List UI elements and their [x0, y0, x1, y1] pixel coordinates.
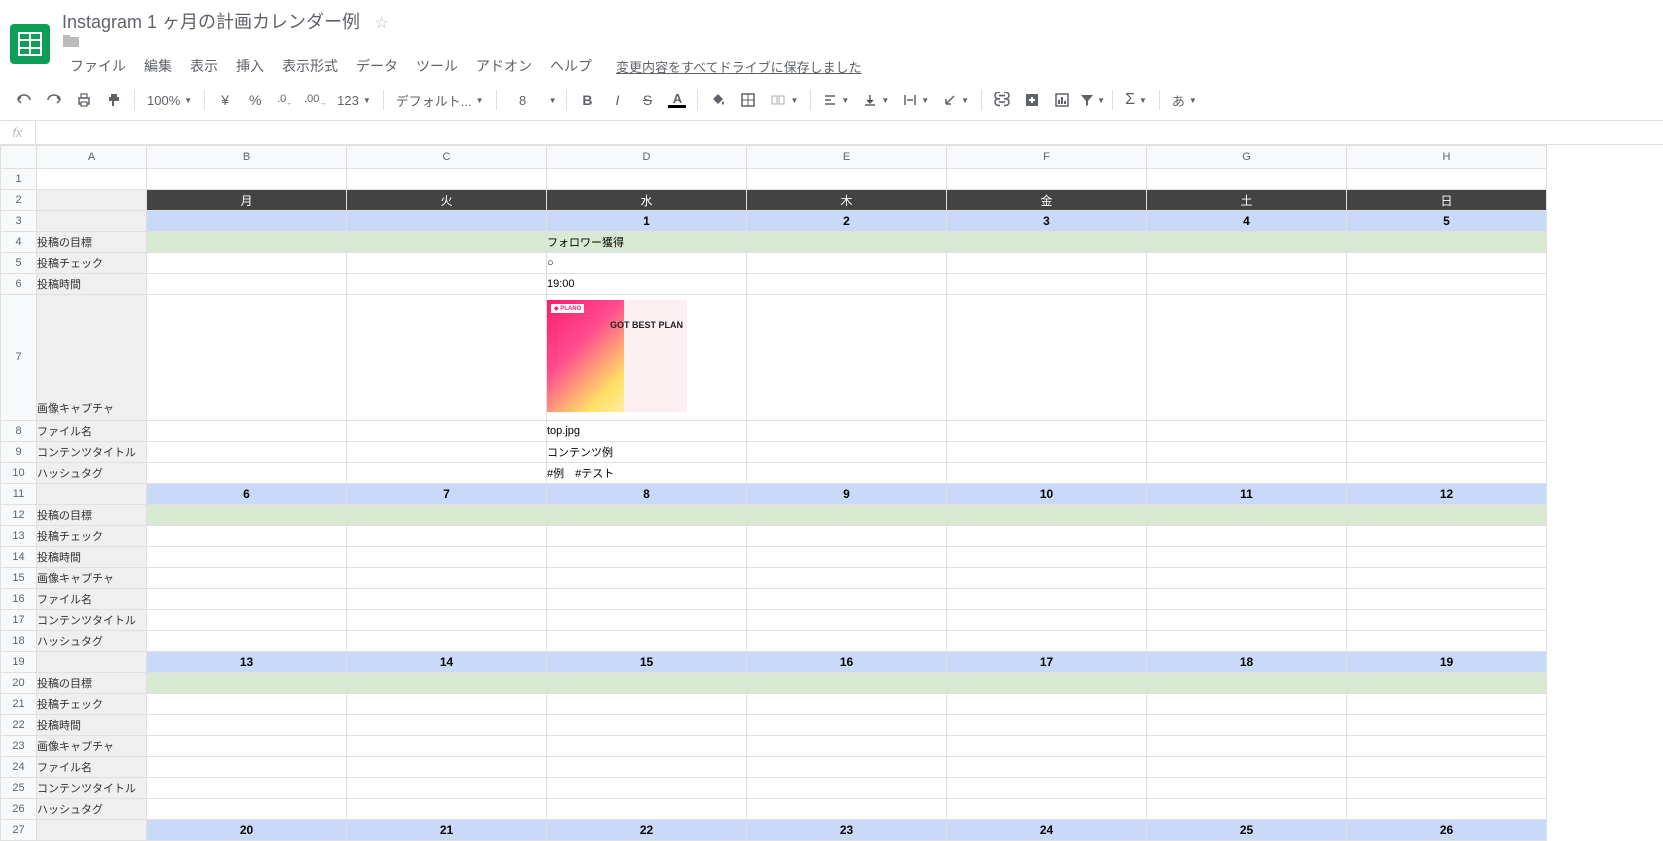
- menu-view[interactable]: 表示: [182, 52, 226, 80]
- text-color-button[interactable]: A: [663, 86, 691, 114]
- menu-edit[interactable]: 編集: [136, 52, 180, 80]
- star-icon[interactable]: ☆: [375, 15, 389, 32]
- print-button[interactable]: [70, 86, 98, 114]
- col-header-G[interactable]: G: [1147, 146, 1347, 169]
- app-header: Instagram 1 ヶ月の計画カレンダー例 ☆ ファイル 編集 表示 挿入 …: [0, 0, 1663, 80]
- col-header-D[interactable]: D: [547, 146, 747, 169]
- insert-link-button[interactable]: [988, 86, 1016, 114]
- text-rotate-button[interactable]: ▼: [937, 86, 975, 114]
- fx-label: fx: [0, 121, 36, 144]
- menu-insert[interactable]: 挿入: [228, 52, 272, 80]
- functions-button[interactable]: Σ▼: [1119, 86, 1153, 114]
- decrease-decimal-button[interactable]: .0←: [271, 86, 299, 114]
- zoom-select[interactable]: 100%▼: [141, 86, 198, 114]
- h-align-button[interactable]: ▼: [817, 86, 855, 114]
- select-all-corner[interactable]: [1, 146, 37, 169]
- row-header[interactable]: 1: [1, 169, 37, 190]
- font-size-select[interactable]: 8: [503, 86, 543, 114]
- sheets-logo: [10, 24, 50, 64]
- number-format-select[interactable]: 123▼: [331, 86, 377, 114]
- ime-button[interactable]: あ▼: [1166, 86, 1203, 114]
- col-header-A[interactable]: A: [37, 146, 147, 169]
- image-cell[interactable]: ◆ PLANO GOT BEST PLAN: [547, 295, 747, 421]
- merge-button[interactable]: ▼: [764, 86, 804, 114]
- col-header-B[interactable]: B: [147, 146, 347, 169]
- cell[interactable]: [37, 169, 147, 190]
- folder-icon[interactable]: [62, 34, 1653, 48]
- paint-format-button[interactable]: [100, 86, 128, 114]
- menu-data[interactable]: データ: [348, 52, 406, 80]
- row-header[interactable]: 2: [1, 190, 37, 211]
- strikethrough-button[interactable]: S: [633, 86, 661, 114]
- col-header-C[interactable]: C: [347, 146, 547, 169]
- insert-comment-button[interactable]: [1018, 86, 1046, 114]
- document-title[interactable]: Instagram 1 ヶ月の計画カレンダー例: [62, 8, 360, 34]
- spreadsheet-grid[interactable]: A B C D E F G H 1 2 月 火 水 木 金 土 日 3 1 2 …: [0, 145, 1663, 841]
- text-wrap-button[interactable]: ▼: [897, 86, 935, 114]
- menu-tools[interactable]: ツール: [408, 52, 466, 80]
- save-status: 変更内容をすべてドライブに保存しました: [616, 53, 862, 76]
- font-select[interactable]: デフォルト...▼: [390, 86, 490, 114]
- v-align-button[interactable]: ▼: [857, 86, 895, 114]
- percent-button[interactable]: %: [241, 86, 269, 114]
- menu-bar: ファイル 編集 表示 挿入 表示形式 データ ツール アドオン ヘルプ: [62, 52, 600, 80]
- menu-format[interactable]: 表示形式: [274, 52, 346, 80]
- insert-chart-button[interactable]: [1048, 86, 1076, 114]
- fill-color-button[interactable]: [704, 86, 732, 114]
- borders-button[interactable]: [734, 86, 762, 114]
- toolbar: 100%▼ ¥ % .0← .00→ 123▼ デフォルト...▼ 8 ▼ B …: [0, 80, 1663, 121]
- increase-decimal-button[interactable]: .00→: [301, 86, 329, 114]
- undo-button[interactable]: [10, 86, 38, 114]
- formula-bar: fx: [0, 121, 1663, 145]
- menu-addons[interactable]: アドオン: [468, 52, 540, 80]
- col-header-F[interactable]: F: [947, 146, 1147, 169]
- menu-help[interactable]: ヘルプ: [542, 52, 600, 80]
- formula-input[interactable]: [36, 121, 1663, 144]
- menu-file[interactable]: ファイル: [62, 52, 134, 80]
- image-thumbnail[interactable]: ◆ PLANO GOT BEST PLAN: [547, 300, 687, 412]
- filter-button[interactable]: ▼: [1078, 86, 1106, 114]
- currency-button[interactable]: ¥: [211, 86, 239, 114]
- bold-button[interactable]: B: [573, 86, 601, 114]
- col-header-H[interactable]: H: [1347, 146, 1547, 169]
- italic-button[interactable]: I: [603, 86, 631, 114]
- col-header-E[interactable]: E: [747, 146, 947, 169]
- redo-button[interactable]: [40, 86, 68, 114]
